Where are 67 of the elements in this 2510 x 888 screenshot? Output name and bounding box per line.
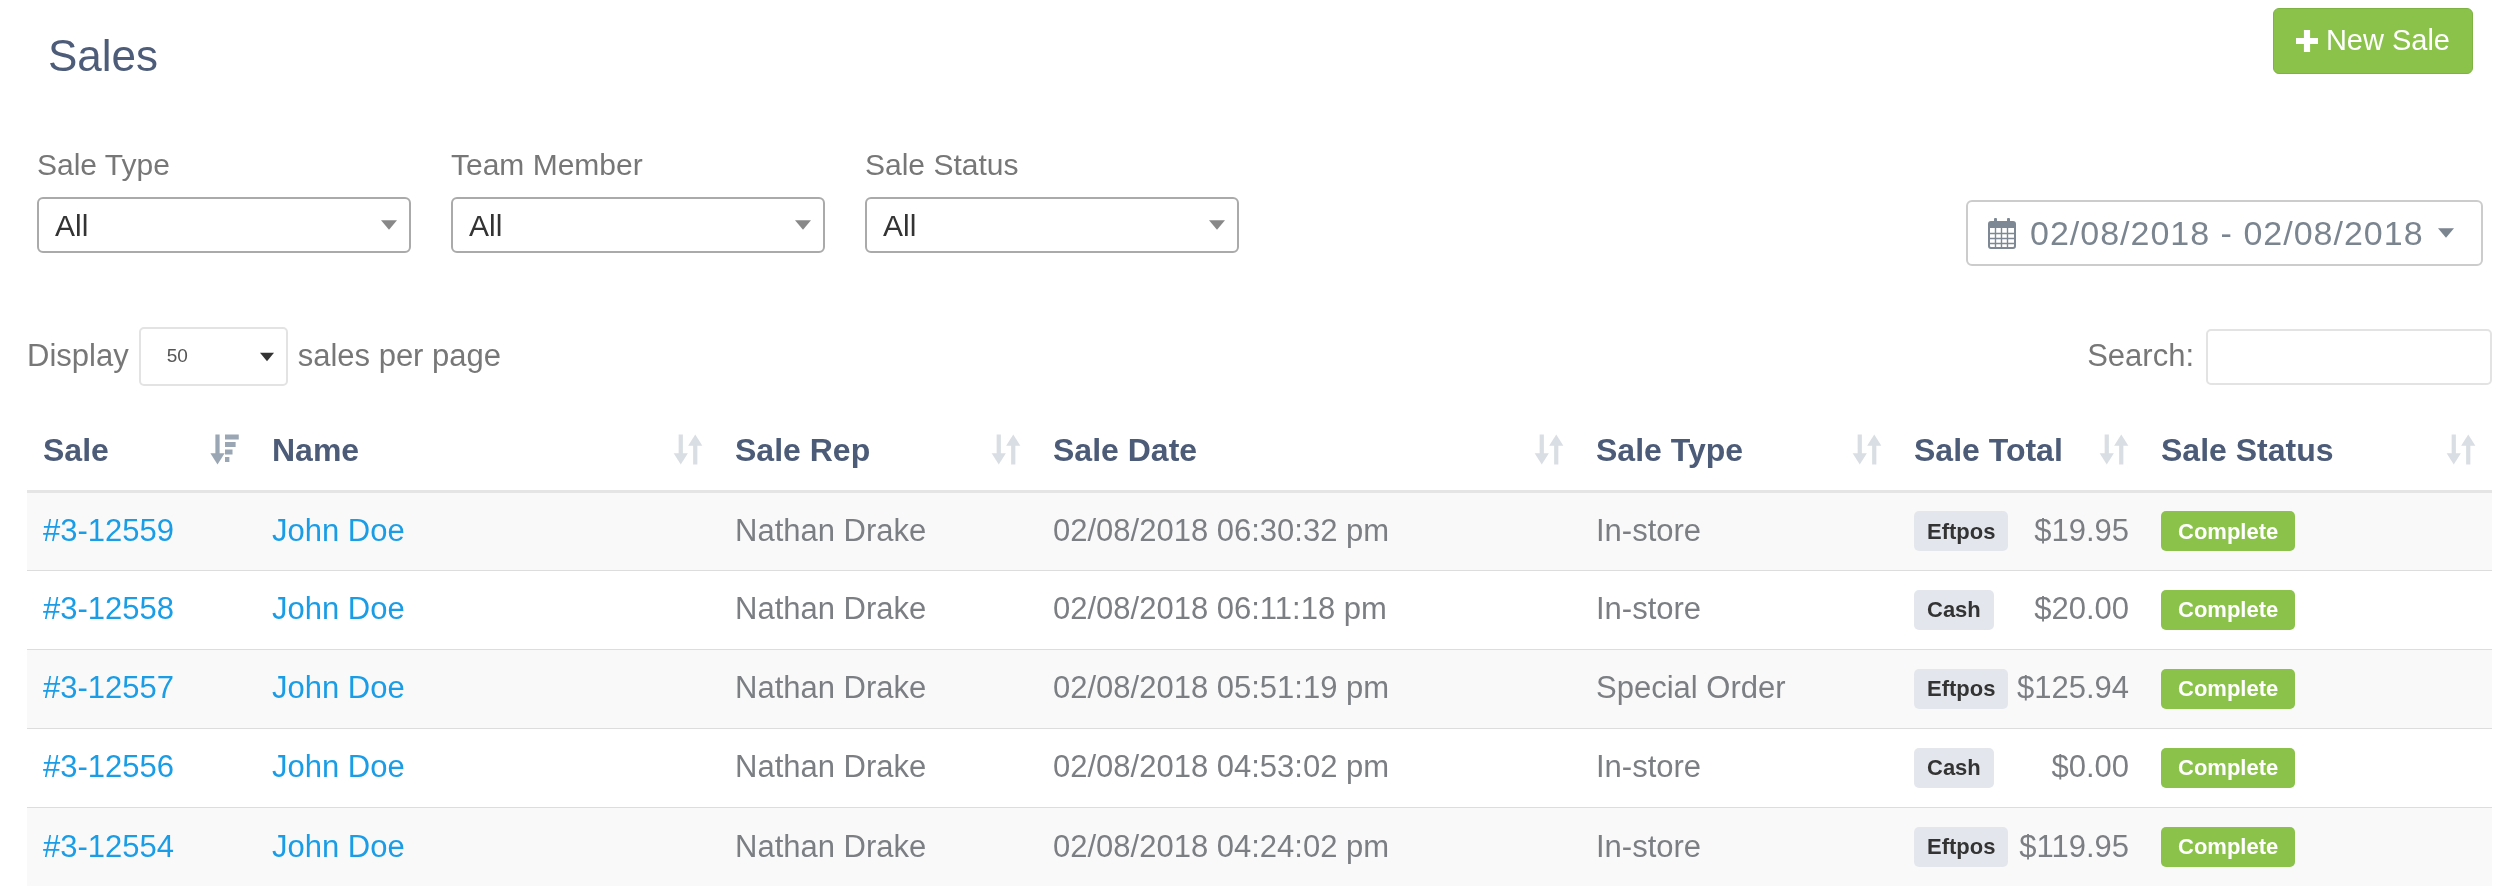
filter-label: Team Member [451, 147, 643, 183]
status-badge: Complete [2161, 826, 2296, 867]
page-size-suffix-label: sales per page [297, 337, 502, 376]
sort-icon[interactable] [1534, 432, 1564, 468]
sort-icon[interactable] [991, 432, 1021, 468]
sale-date-text: 02/08/2018 04:24:02 pm [1053, 828, 1390, 864]
caret-icon [259, 351, 274, 362]
customer-link[interactable]: John Doe [272, 512, 405, 548]
sale-rep-text: Nathan Drake [735, 670, 927, 706]
caret-icon [795, 220, 811, 230]
sale-rep-text: Nathan Drake [735, 749, 927, 785]
status-badge: Complete [2161, 747, 2296, 788]
filter-dropdown[interactable]: All [451, 197, 825, 253]
page-size-dropdown[interactable]: 50 [138, 327, 288, 386]
sale-number-link[interactable]: #3-12554 [43, 828, 174, 864]
sale-number-link[interactable]: #3-12556 [43, 749, 174, 785]
customer-link[interactable]: John Doe [272, 828, 405, 864]
page-title: Sales [48, 30, 159, 82]
status-badge: Complete [2161, 589, 2296, 630]
customer-link[interactable]: John Doe [272, 670, 405, 706]
payment-tag: Eftpos [1914, 511, 2009, 551]
caret-icon [1209, 220, 1225, 230]
date-range-button[interactable]: 02/08/2018 - 02/08/2018 [1966, 200, 2483, 266]
search-field[interactable] [2206, 328, 2492, 385]
new-sale-button[interactable]: New Sale [2272, 8, 2473, 74]
sale-type-text: In-store [1596, 512, 1702, 548]
sort-icon[interactable] [2099, 432, 2129, 468]
caret-icon [381, 220, 397, 230]
plus-icon [2295, 30, 2318, 52]
payment-tag: Cash [1914, 747, 1994, 788]
payment-tag: Eftpos [1914, 826, 2009, 867]
sale-type-text: In-store [1596, 591, 1702, 627]
payment-tag: Cash [1914, 589, 1994, 630]
sale-date-text: 02/08/2018 04:53:02 pm [1053, 749, 1390, 785]
search-label: Search: [2087, 337, 2194, 376]
customer-link[interactable]: John Doe [272, 591, 405, 627]
display-label: Display [27, 337, 129, 376]
customer-link[interactable]: John Doe [272, 749, 405, 785]
sale-type-text: Special Order [1596, 670, 1786, 706]
sale-date-text: 02/08/2018 05:51:19 pm [1053, 670, 1390, 706]
sort-icon[interactable] [2446, 432, 2476, 468]
sale-rep-text: Nathan Drake [735, 828, 927, 864]
filter-label: Sale Type [37, 147, 170, 183]
sale-rep-text: Nathan Drake [735, 591, 927, 627]
sort-icon[interactable] [1852, 432, 1882, 468]
sale-total-text: $19.95 [2034, 511, 2129, 550]
sale-date-text: 02/08/2018 06:11:18 pm [1053, 591, 1387, 627]
caret-icon [2437, 228, 2454, 238]
sale-number-link[interactable]: #3-12559 [43, 512, 174, 548]
status-badge: Complete [2161, 511, 2296, 551]
sale-date-text: 02/08/2018 06:30:32 pm [1053, 512, 1390, 548]
sale-rep-text: Nathan Drake [735, 512, 927, 548]
calendar-icon [1988, 217, 2016, 249]
filter-label: Sale Status [865, 147, 1019, 183]
sort-icon[interactable] [673, 432, 703, 468]
payment-tag: Eftpos [1914, 668, 2009, 709]
sale-total-text: $119.95 [2019, 827, 2129, 866]
sale-number-link[interactable]: #3-12557 [43, 670, 174, 706]
filter-dropdown[interactable]: All [37, 197, 411, 253]
sale-total-text: $125.94 [2016, 669, 2129, 708]
sale-total-text: $0.00 [2051, 748, 2129, 787]
sale-type-text: In-store [1596, 749, 1702, 785]
sale-number-link[interactable]: #3-12558 [43, 591, 174, 627]
status-badge: Complete [2161, 668, 2296, 709]
filter-dropdown[interactable]: All [865, 197, 1239, 253]
sale-total-text: $20.00 [2034, 590, 2129, 629]
sale-type-text: In-store [1596, 828, 1702, 864]
